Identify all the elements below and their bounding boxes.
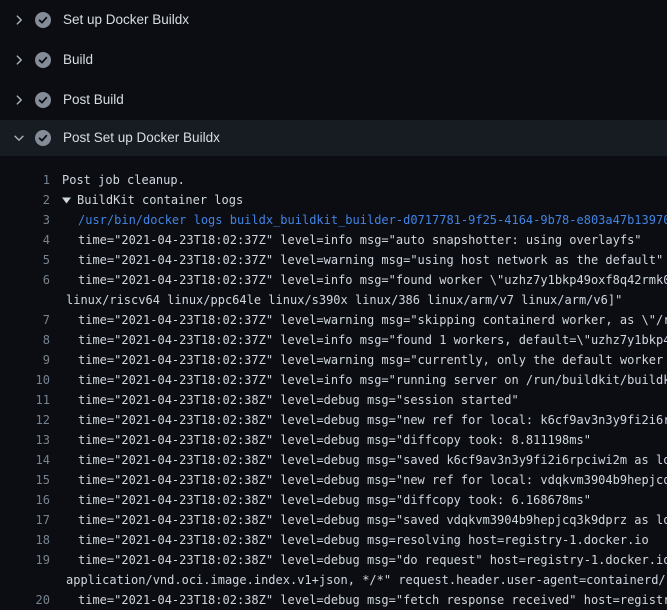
log-line-number (0, 570, 50, 590)
workflow-log-viewer: Set up Docker Buildx Build Post Build (0, 0, 667, 610)
check-circle-icon (35, 12, 51, 28)
log-command-text: /usr/bin/docker logs buildx_buildkit_bui… (78, 210, 667, 230)
log-line-text: time="2021-04-23T18:02:38Z" level=debug … (78, 490, 591, 510)
log-row: 15 time="2021-04-23T18:02:38Z" level=deb… (0, 470, 667, 490)
log-line-number[interactable]: 15 (0, 470, 50, 490)
log-area: 1 Post job cleanup. 2 BuildKit container… (0, 156, 667, 610)
step-label: Post Set up Docker Buildx (63, 130, 220, 146)
log-line-text: time="2021-04-23T18:02:37Z" level=warnin… (78, 350, 667, 370)
log-line-number[interactable]: 13 (0, 430, 50, 450)
log-line-number[interactable]: 6 (0, 270, 50, 290)
log-row: 13 time="2021-04-23T18:02:38Z" level=deb… (0, 430, 667, 450)
log-row: linux/riscv64 linux/ppc64le linux/s390x … (0, 290, 667, 310)
log-row: 11 time="2021-04-23T18:02:38Z" level=deb… (0, 390, 667, 410)
chevron-down-icon (12, 130, 26, 146)
log-line-number[interactable]: 9 (0, 350, 50, 370)
log-row: 20 time="2021-04-23T18:02:38Z" level=deb… (0, 590, 667, 610)
log-line-number[interactable]: 8 (0, 330, 50, 350)
log-line-text: time="2021-04-23T18:02:38Z" level=debug … (78, 590, 667, 610)
chevron-right-icon (12, 12, 26, 28)
log-row: 7 time="2021-04-23T18:02:37Z" level=warn… (0, 310, 667, 330)
log-row: 10 time="2021-04-23T18:02:37Z" level=inf… (0, 370, 667, 390)
log-line-number[interactable]: 20 (0, 590, 50, 610)
log-line-number[interactable]: 5 (0, 250, 50, 270)
log-row: 12 time="2021-04-23T18:02:38Z" level=deb… (0, 410, 667, 430)
log-line-text: time="2021-04-23T18:02:37Z" level=info m… (78, 370, 667, 390)
log-line-text: time="2021-04-23T18:02:38Z" level=debug … (78, 470, 667, 490)
log-line-text: time="2021-04-23T18:02:38Z" level=debug … (78, 530, 649, 550)
check-circle-icon (35, 52, 51, 68)
log-line-text: time="2021-04-23T18:02:38Z" level=debug … (78, 450, 667, 470)
log-group-row[interactable]: 2 BuildKit container logs (0, 190, 667, 210)
log-line-number[interactable]: 14 (0, 450, 50, 470)
log-line-text: time="2021-04-23T18:02:37Z" level=warnin… (78, 310, 667, 330)
log-line-number[interactable]: 4 (0, 230, 50, 250)
log-line-number[interactable]: 10 (0, 370, 50, 390)
log-line-text: time="2021-04-23T18:02:38Z" level=debug … (78, 550, 667, 570)
log-group-label: BuildKit container logs (77, 190, 243, 210)
check-circle-icon (35, 130, 51, 146)
check-circle-icon (35, 92, 51, 108)
log-line-text: time="2021-04-23T18:02:38Z" level=debug … (78, 430, 591, 450)
log-row: 8 time="2021-04-23T18:02:37Z" level=info… (0, 330, 667, 350)
log-line-text: Post job cleanup. (62, 170, 185, 190)
log-line-text: time="2021-04-23T18:02:37Z" level=info m… (78, 330, 667, 350)
step-label: Build (63, 52, 93, 68)
step-header[interactable]: Post Build (0, 80, 667, 120)
log-row: 19 time="2021-04-23T18:02:38Z" level=deb… (0, 550, 667, 570)
log-row: 14 time="2021-04-23T18:02:38Z" level=deb… (0, 450, 667, 470)
step-list: Set up Docker Buildx Build Post Build (0, 0, 667, 156)
group-expand-triangle-icon (62, 197, 71, 204)
log-line-text: time="2021-04-23T18:02:38Z" level=debug … (78, 510, 667, 530)
log-line-number[interactable]: 3 (0, 210, 50, 230)
step-header[interactable]: Post Set up Docker Buildx (0, 120, 667, 156)
log-row: 17 time="2021-04-23T18:02:38Z" level=deb… (0, 510, 667, 530)
log-line-number[interactable]: 17 (0, 510, 50, 530)
log-row: 5 time="2021-04-23T18:02:37Z" level=warn… (0, 250, 667, 270)
log-line-text: time="2021-04-23T18:02:38Z" level=debug … (78, 390, 519, 410)
log-row: 1 Post job cleanup. (0, 170, 667, 190)
log-line-number (0, 290, 50, 310)
log-line-text: linux/riscv64 linux/ppc64le linux/s390x … (66, 290, 622, 310)
step-header[interactable]: Set up Docker Buildx (0, 0, 667, 40)
log-row: 6 time="2021-04-23T18:02:37Z" level=info… (0, 270, 667, 290)
log-line-text: application/vnd.oci.image.index.v1+json,… (66, 570, 667, 590)
log-line-number[interactable]: 2 (0, 190, 50, 210)
step-header[interactable]: Build (0, 40, 667, 80)
log-row: application/vnd.oci.image.index.v1+json,… (0, 570, 667, 590)
log-line-number[interactable]: 16 (0, 490, 50, 510)
log-line-text: time="2021-04-23T18:02:37Z" level=info m… (78, 270, 667, 290)
log-row: 9 time="2021-04-23T18:02:37Z" level=warn… (0, 350, 667, 370)
log-line-number[interactable]: 11 (0, 390, 50, 410)
chevron-right-icon (12, 52, 26, 68)
step-label: Set up Docker Buildx (63, 12, 189, 28)
log-line-text: time="2021-04-23T18:02:38Z" level=debug … (78, 410, 667, 430)
step-label: Post Build (63, 92, 124, 108)
log-row: 4 time="2021-04-23T18:02:37Z" level=info… (0, 230, 667, 250)
log-line-number[interactable]: 1 (0, 170, 50, 190)
log-row: 16 time="2021-04-23T18:02:38Z" level=deb… (0, 490, 667, 510)
log-line-number[interactable]: 7 (0, 310, 50, 330)
log-row: 18 time="2021-04-23T18:02:38Z" level=deb… (0, 530, 667, 550)
log-line-number[interactable]: 18 (0, 530, 50, 550)
log-line-text: time="2021-04-23T18:02:37Z" level=info m… (78, 230, 642, 250)
log-row: 3 /usr/bin/docker logs buildx_buildkit_b… (0, 210, 667, 230)
log-line-number[interactable]: 19 (0, 550, 50, 570)
log-line-text: time="2021-04-23T18:02:37Z" level=warnin… (78, 250, 663, 270)
chevron-right-icon (12, 92, 26, 108)
log-line-number[interactable]: 12 (0, 410, 50, 430)
